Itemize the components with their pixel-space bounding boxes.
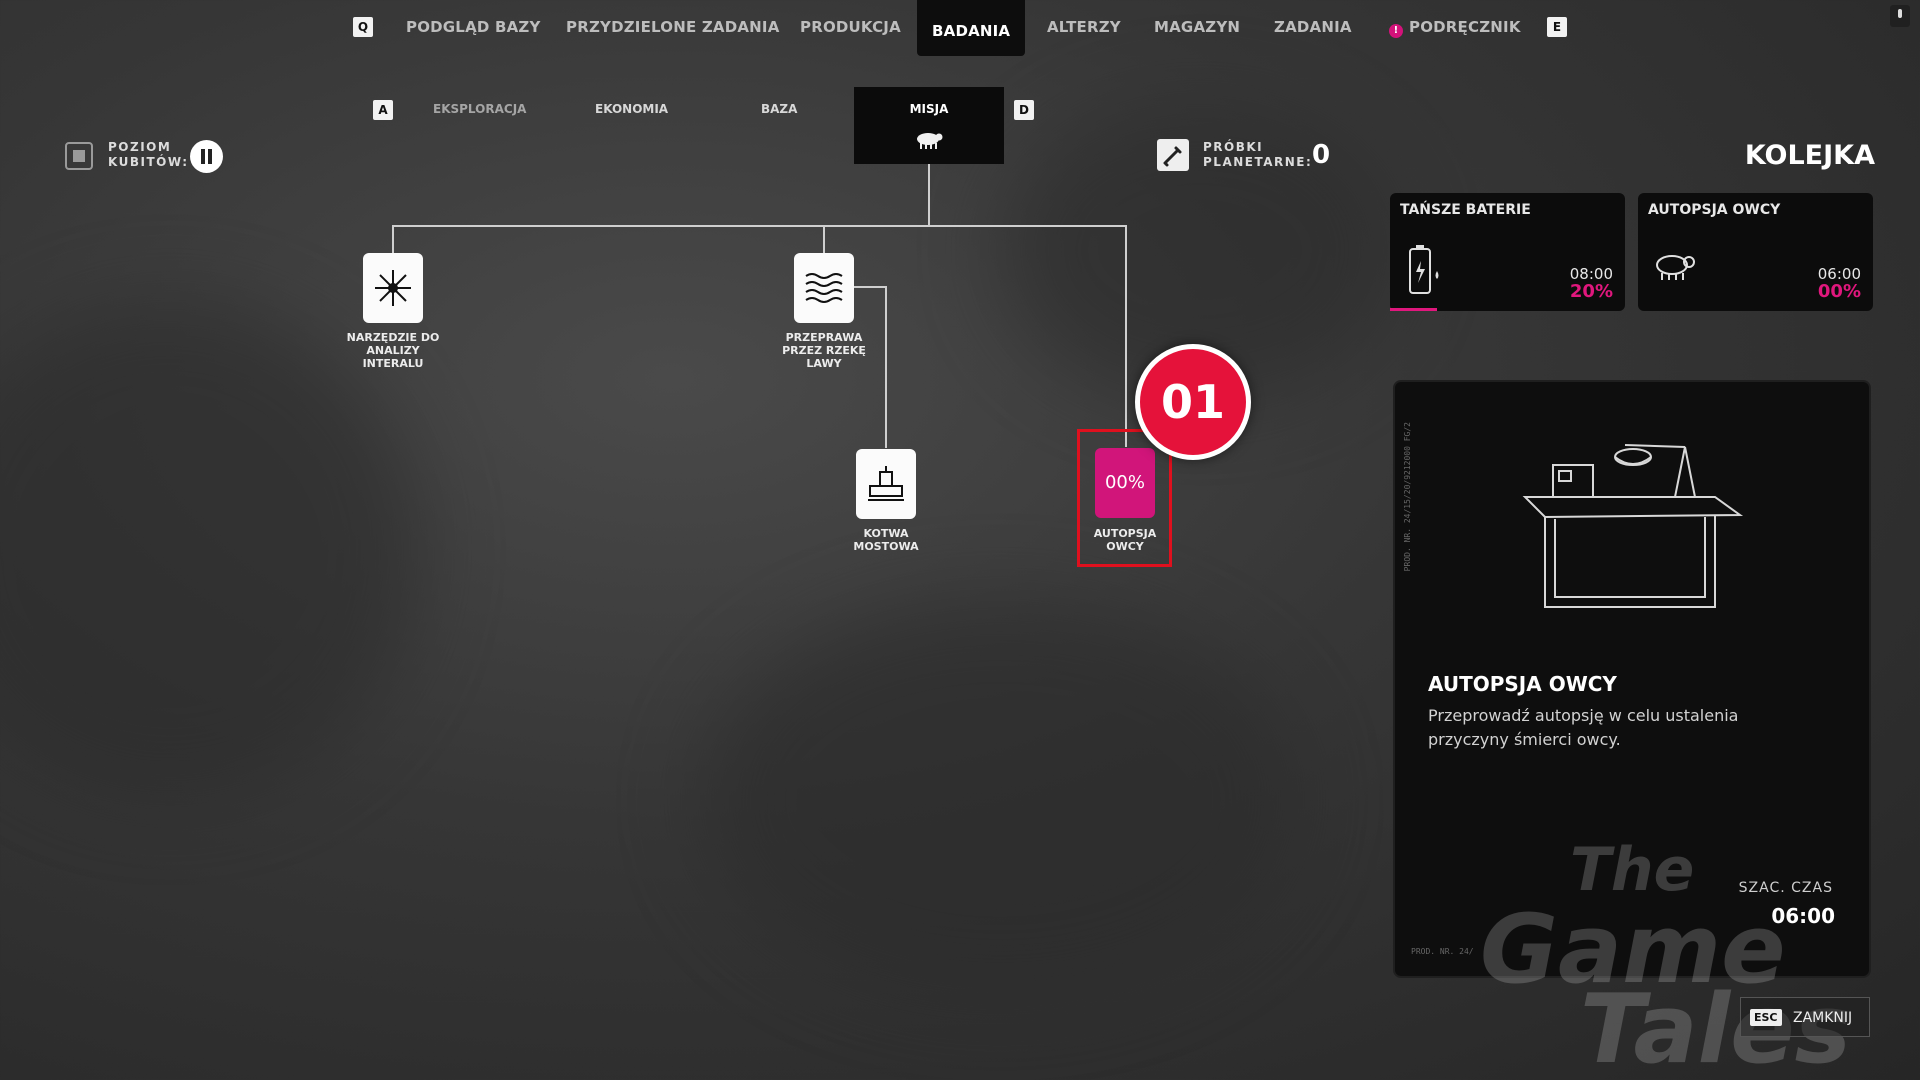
alert-icon: !	[1389, 24, 1403, 38]
samples-label-line1: PRÓBKI	[1203, 140, 1264, 154]
close-button[interactable]: ESC ZAMKNIJ	[1740, 997, 1870, 1037]
queue-item-progress: 00%	[1817, 281, 1861, 302]
tab-podglad-bazy[interactable]: PODGLĄD BAZY	[406, 18, 541, 36]
label-line: NARZĘDZIE DO	[346, 331, 440, 344]
tab-podrecznik[interactable]: ! PODRĘCZNIK	[1389, 18, 1521, 38]
queue-item-name: TAŃSZE BATERIE	[1400, 202, 1531, 218]
prev-tab-key[interactable]: Q	[353, 17, 373, 37]
queue-item-name: AUTOPSJA OWCY	[1648, 202, 1781, 218]
label-line: LAWY	[806, 357, 842, 370]
tree-connector	[823, 225, 825, 253]
close-label: ZAMKNIJ	[1793, 1010, 1853, 1026]
tab-magazyn[interactable]: MAGAZYN	[1154, 18, 1240, 36]
next-category-key[interactable]: D	[1014, 100, 1034, 120]
detail-title: AUTOPSJA OWCY	[1428, 672, 1617, 696]
sheep-icon	[1656, 255, 1695, 280]
detail-description: Przeprowadź autopsję w celu ustalenia pr…	[1428, 706, 1739, 749]
top-nav: Q PODGLĄD BAZY PRZYDZIELONE ZADANIA PROD…	[0, 0, 1920, 56]
samples-label-line2: PLANETARNE:	[1203, 155, 1313, 169]
sheep-icon	[917, 133, 943, 149]
tab-zadania[interactable]: ZADANIA	[1274, 18, 1352, 36]
lava-waves-icon	[805, 273, 843, 303]
queue-item-progress: 20%	[1569, 281, 1613, 302]
research-node-kotwa-label: KOTWA MOSTOWA	[826, 527, 946, 553]
tab-podrecznik-label: PODRĘCZNIK	[1409, 18, 1521, 36]
prod-number-text: PROD. NR. 24/	[1411, 947, 1474, 956]
tree-connector	[928, 164, 930, 226]
samples-value: 0	[1312, 140, 1331, 170]
sample-pipette-icon	[1157, 139, 1189, 171]
queue-title: KOLEJKA	[1744, 140, 1875, 171]
star-burst-icon	[375, 270, 411, 306]
category-eksploracja[interactable]: EKSPLORACJA	[433, 102, 526, 116]
tab-badania[interactable]: BADANIA	[917, 0, 1026, 56]
pause-icon[interactable]	[190, 140, 223, 173]
queue-item-batteries[interactable]: TAŃSZE BATERIE 08:00 20%	[1390, 193, 1625, 311]
bridge-anchor-icon	[868, 466, 904, 501]
label-line: ANALIZY	[366, 344, 420, 357]
serial-text: PROD. NR. 24/15/20/9212000 FG/2	[1403, 422, 1412, 572]
selection-highlight	[1077, 429, 1172, 567]
category-misja-label: MISJA	[909, 102, 949, 116]
queue-item-autopsy[interactable]: AUTOPSJA OWCY 06:00 00%	[1638, 193, 1873, 311]
queue-progress-bar	[1390, 308, 1437, 311]
tree-connector	[1125, 225, 1127, 447]
tree-connector	[392, 225, 394, 253]
label-line: PRZEPRAWA	[785, 331, 863, 344]
research-node-przeprawa-label: PRZEPRAWA PRZEZ RZEKĘ LAWY	[764, 331, 884, 370]
label-line: INTERALU	[362, 357, 424, 370]
category-misja[interactable]: MISJA	[854, 87, 1004, 164]
step-badge: 01	[1135, 344, 1251, 460]
label-line: KOTWA	[863, 527, 909, 540]
category-baza[interactable]: BAZA	[761, 102, 797, 116]
tree-connector	[885, 286, 887, 448]
next-tab-key[interactable]: E	[1547, 17, 1567, 37]
research-node-narzedzie[interactable]	[363, 253, 423, 323]
tree-connector	[392, 225, 1127, 227]
tab-przydzielone-zadania[interactable]: PRZYDZIELONE ZADANIA	[566, 18, 780, 36]
autopsy-table-illustration	[1522, 444, 1744, 608]
label-line: PRZEZ RZEKĘ	[782, 344, 866, 357]
research-node-kotwa[interactable]	[856, 449, 916, 519]
battery-icon	[1409, 245, 1439, 294]
qubit-chip-icon	[65, 142, 93, 170]
research-node-narzedzie-label: NARZĘDZIE DO ANALIZY INTERALU	[333, 331, 453, 370]
qubit-label-line2: KUBITÓW:	[108, 155, 189, 169]
tab-produkcja[interactable]: PRODUKCJA	[800, 18, 901, 36]
tree-connector	[852, 286, 887, 288]
research-node-przeprawa[interactable]	[794, 253, 854, 323]
qubit-label-line1: POZIOM	[108, 140, 172, 154]
tab-alterzy[interactable]: ALTERZY	[1047, 18, 1121, 36]
microphone-icon[interactable]	[1890, 5, 1910, 27]
label-line: MOSTOWA	[853, 540, 919, 553]
prev-category-key[interactable]: A	[373, 100, 393, 120]
esc-key: ESC	[1750, 1009, 1782, 1026]
category-ekonomia[interactable]: EKONOMIA	[595, 102, 668, 116]
